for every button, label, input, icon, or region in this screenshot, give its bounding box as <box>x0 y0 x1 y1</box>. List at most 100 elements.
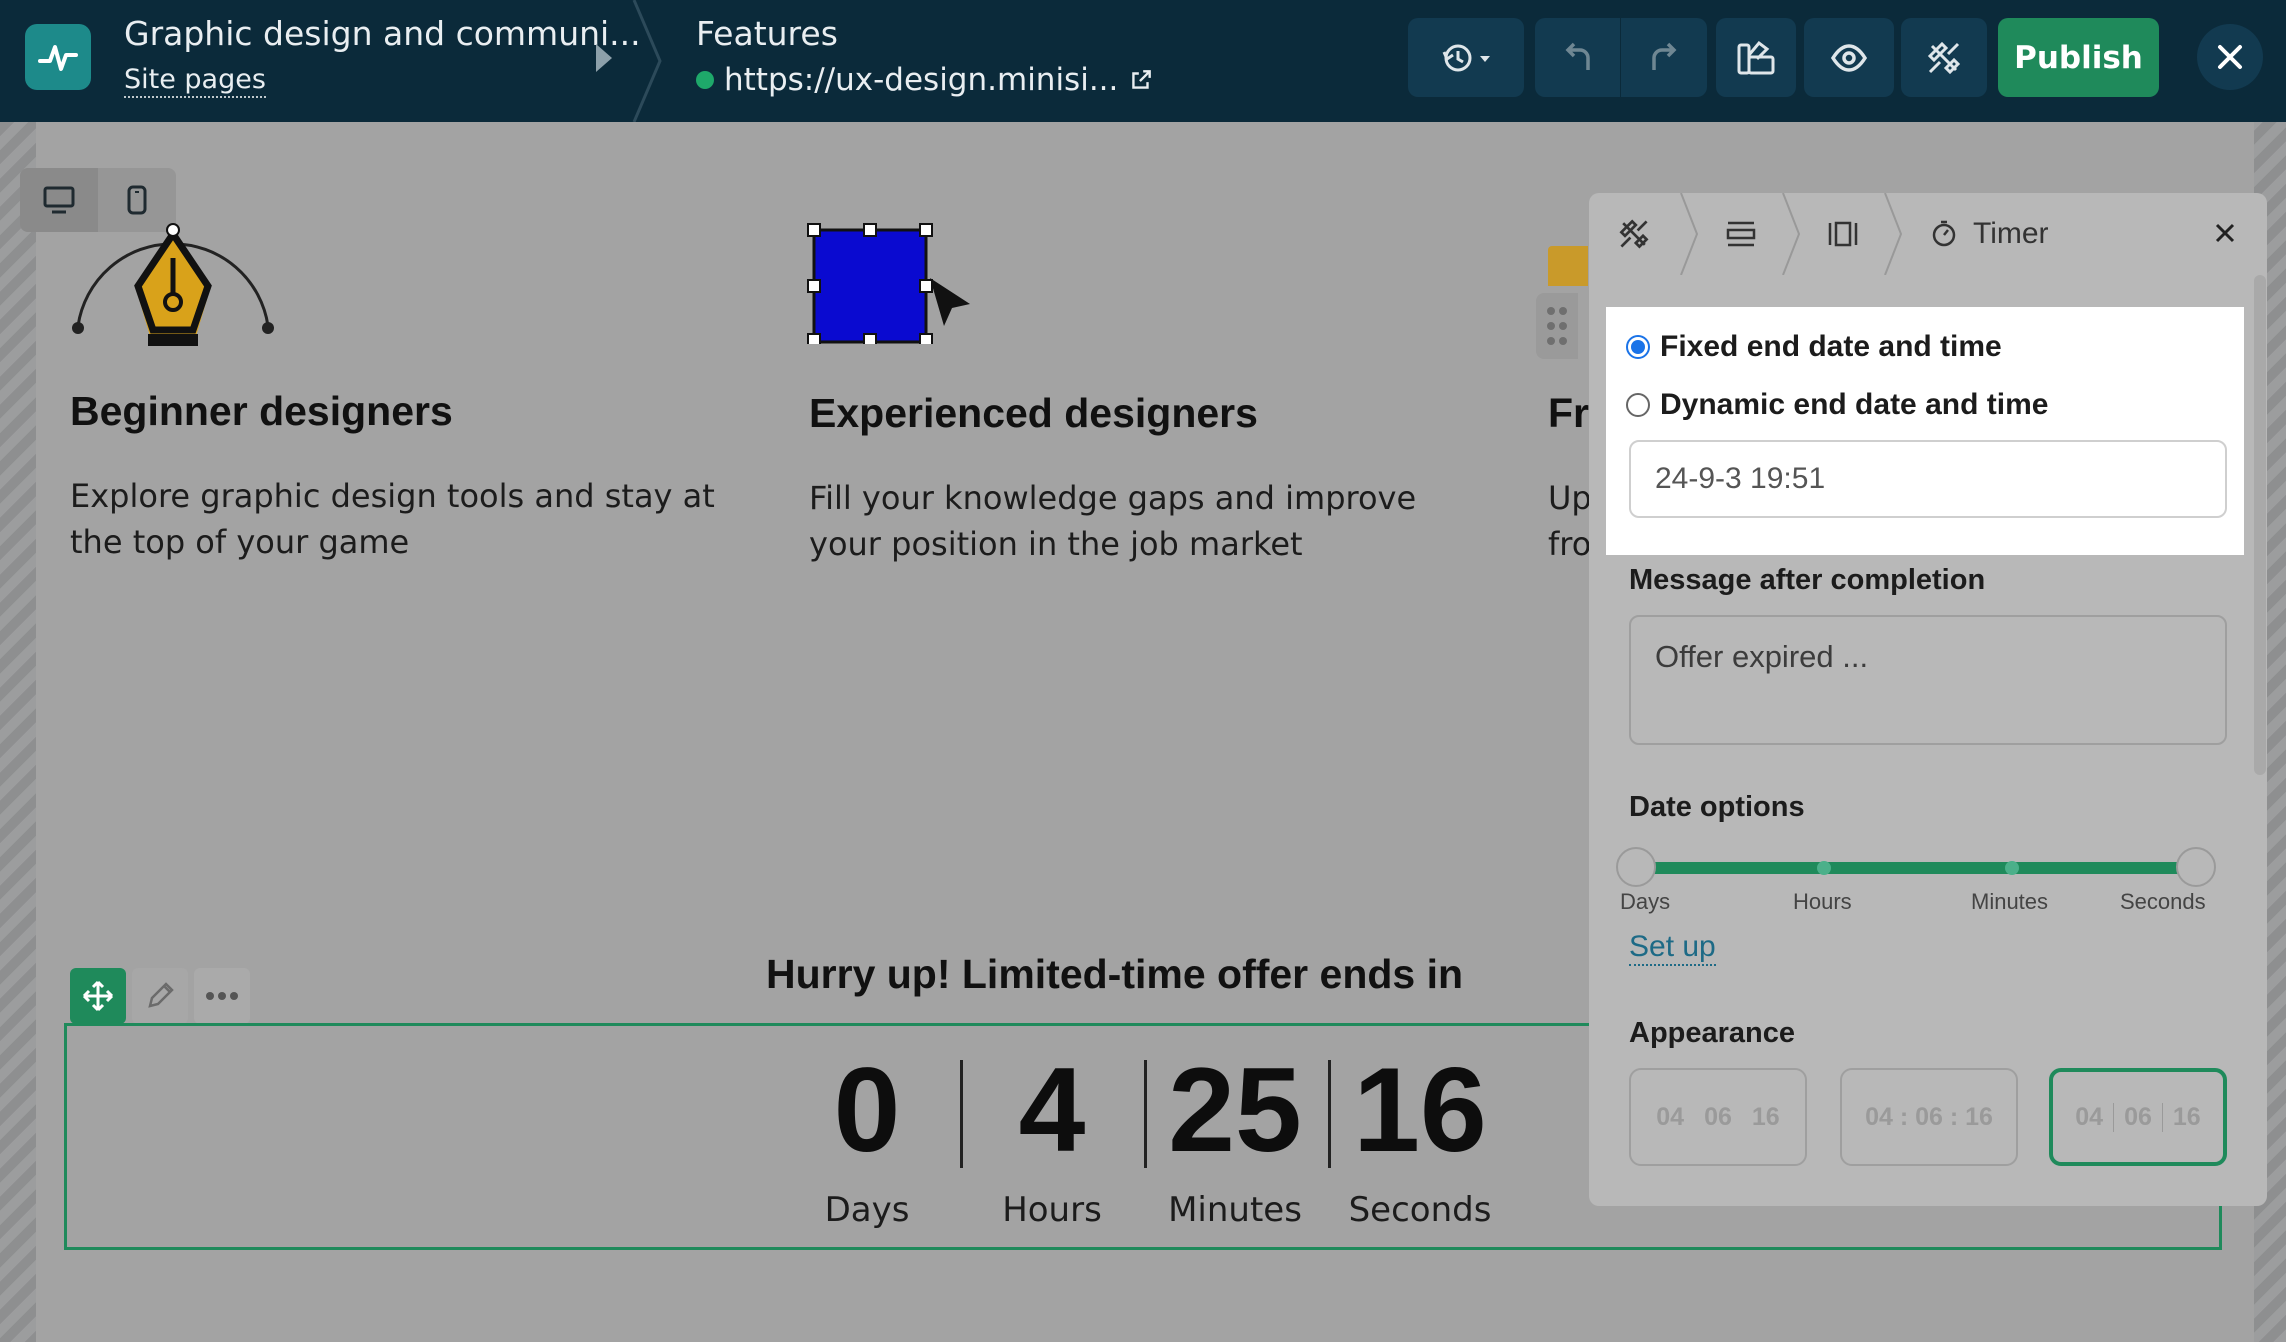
appearance-segment: 06 <box>2113 1102 2162 1132</box>
more-button[interactable] <box>194 968 250 1024</box>
panel-tabs: Timer <box>1589 193 2267 275</box>
feature-text: Explore graphic design tools and stay at… <box>70 477 715 561</box>
mobile-icon <box>127 185 147 215</box>
radio-button[interactable] <box>1626 393 1650 417</box>
timer-value: 16 <box>1353 1043 1487 1177</box>
slider-label: Minutes <box>1971 889 2049 914</box>
tab-spacing[interactable] <box>1803 193 1883 275</box>
site-pages-link[interactable]: Site pages <box>124 64 266 98</box>
page-url-text[interactable]: https://ux-design.minisi... <box>724 62 1118 98</box>
timer-label: Seconds <box>1348 1190 1492 1230</box>
close-icon <box>2218 45 2242 69</box>
radio-fixed-end[interactable]: Fixed end date and time <box>1626 330 2002 364</box>
timer-heading: Hurry up! Limited-time offer ends in <box>766 951 1464 997</box>
timer-toolbar <box>70 968 250 1024</box>
appearance-segment: 16 <box>2161 1102 2211 1132</box>
slider-step <box>1817 861 1831 875</box>
site-title[interactable]: Graphic design and communi... <box>124 14 641 53</box>
top-toolbar: Graphic design and communi... Site pages… <box>0 0 2286 122</box>
selection-box-icon <box>807 223 970 344</box>
appearance-segment: 16 <box>1751 1102 1780 1131</box>
close-icon <box>2215 223 2235 243</box>
edit-icon <box>148 982 174 1008</box>
settings-button[interactable] <box>1901 18 1987 97</box>
appearance-segment: 04 <box>2075 1102 2104 1131</box>
feature-title: Experienced designers <box>809 390 1258 436</box>
panel-scrollbar[interactable] <box>2254 275 2266 775</box>
settings-icon <box>1927 41 1961 74</box>
slider-handle-end[interactable] <box>2176 847 2216 887</box>
slider-label: Days <box>1620 889 1671 914</box>
more-icon <box>206 992 238 1000</box>
redo-icon <box>1652 42 1677 70</box>
spacing-icon <box>1828 221 1858 247</box>
publish-button[interactable]: Publish <box>1998 18 2159 97</box>
history-button[interactable] <box>1408 18 1524 97</box>
close-editor-button[interactable] <box>2197 24 2263 90</box>
preview-button[interactable] <box>1804 18 1894 97</box>
tab-separator-icon <box>1782 193 1801 275</box>
timer-label: Days <box>824 1190 910 1230</box>
timer-value: 0 <box>833 1043 901 1177</box>
timer-label: Hours <box>1002 1190 1102 1230</box>
design-icon <box>1619 219 1649 249</box>
undo-icon <box>1565 42 1590 70</box>
radio-dynamic-end[interactable]: Dynamic end date and time <box>1626 388 2048 422</box>
date-options-label: Date options <box>1629 791 1805 823</box>
appearance-option-colons[interactable]: 04 : 06 : 16 <box>1840 1068 2018 1166</box>
breadcrumb-separator-icon <box>632 0 662 122</box>
radio-label: Fixed end date and time <box>1660 330 2002 363</box>
move-button[interactable] <box>70 968 126 1024</box>
appearance-segment: 04 <box>1656 1102 1685 1131</box>
panel-drag-handle[interactable] <box>1536 293 1578 359</box>
date-options-slider[interactable] <box>1636 862 2196 874</box>
message-label: Message after completion <box>1629 564 1986 596</box>
tab-layout[interactable] <box>1701 193 1781 275</box>
undo-redo-group <box>1535 18 1707 97</box>
end-date-input[interactable]: 24-9-3 19:51 <box>1629 440 2227 518</box>
slider-label: Hours <box>1793 889 1852 914</box>
tab-separator-icon <box>1884 193 1903 275</box>
site-menu-arrow-icon[interactable] <box>596 44 612 72</box>
status-dot-icon <box>696 71 714 89</box>
style-icon <box>1737 40 1775 74</box>
appearance-label: Appearance <box>1629 1017 1796 1049</box>
move-icon <box>82 980 114 1012</box>
panel-close-button[interactable] <box>2207 215 2243 251</box>
timer-value: 4 <box>1018 1043 1086 1177</box>
logo-icon[interactable] <box>25 24 91 90</box>
tab-separator-icon <box>1680 193 1699 275</box>
style-button[interactable] <box>1716 18 1796 97</box>
appearance-option-dividers[interactable]: 04 06 16 <box>2049 1068 2227 1166</box>
message-textarea[interactable]: Offer expired ... <box>1629 615 2227 745</box>
timer-icon <box>1932 220 1956 247</box>
pen-tool-icon <box>72 223 274 346</box>
appearance-option-plain[interactable]: 04 06 16 <box>1629 1068 1807 1166</box>
edit-button[interactable] <box>132 968 188 1024</box>
feature-text: Up fro <box>1548 479 1592 563</box>
slider-handle-start[interactable] <box>1616 847 1656 887</box>
drag-icon <box>1547 307 1567 345</box>
history-icon <box>1442 44 1490 71</box>
radio-button-selected[interactable] <box>1626 335 1650 359</box>
timer-unit-seconds: 16 Seconds <box>1325 1040 1515 1230</box>
timer-value: 25 <box>1168 1043 1302 1177</box>
desktop-icon <box>43 186 75 214</box>
appearance-segment: 04 : 06 : 16 <box>1865 1102 1993 1131</box>
feature-card: Experienced designers Fill your knowledg… <box>809 390 1509 567</box>
timer-unit-hours: 4 Hours <box>957 1040 1147 1230</box>
set-up-link[interactable]: Set up <box>1629 930 1716 966</box>
timer-unit-minutes: 25 Minutes <box>1140 1040 1330 1230</box>
panel-title: Timer <box>1973 217 2049 250</box>
layout-icon <box>1726 221 1756 247</box>
page-url[interactable]: https://ux-design.minisi... <box>696 62 1154 98</box>
undo-button[interactable] <box>1535 18 1621 97</box>
timer-unit-days: 0 Days <box>772 1040 962 1230</box>
tab-timer[interactable]: Timer <box>1905 193 2049 275</box>
partial-icon <box>1548 246 1588 286</box>
timer-label: Minutes <box>1168 1190 1302 1230</box>
tab-design[interactable] <box>1589 193 1679 275</box>
redo-button[interactable] <box>1621 18 1707 97</box>
external-link-icon[interactable] <box>1128 67 1154 93</box>
page-name[interactable]: Features <box>696 14 838 53</box>
